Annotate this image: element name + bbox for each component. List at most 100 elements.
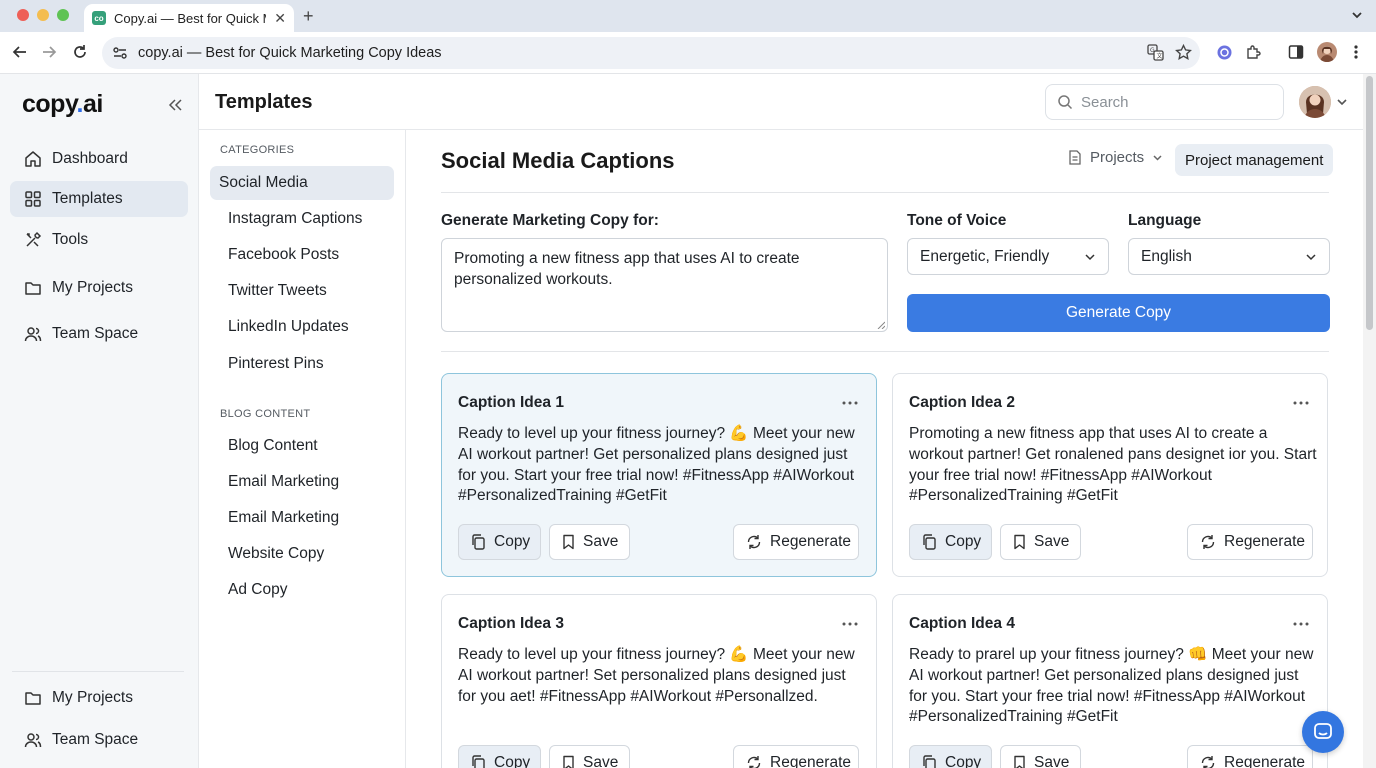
sidebar-item-label: My Projects — [52, 279, 133, 296]
regenerate-button[interactable]: Regenerate — [733, 524, 859, 560]
reload-icon[interactable] — [72, 44, 88, 60]
sidebar-item-label: Team Space — [52, 325, 139, 342]
minimize-window-button[interactable] — [37, 9, 49, 21]
sidebar-item-templates[interactable]: Templates — [10, 181, 188, 217]
save-button[interactable]: Save — [549, 524, 630, 560]
category-twitter-tweets[interactable]: Twitter Tweets — [210, 274, 394, 308]
new-tab-icon[interactable]: + — [303, 6, 314, 27]
divider — [441, 192, 1329, 193]
bookmark-icon — [1013, 755, 1026, 768]
account-chevron-down-icon[interactable] — [1336, 96, 1348, 108]
category-email-marketing-2[interactable]: Email Marketing — [210, 501, 394, 535]
address-bar[interactable]: copy.ai — Best for Quick Marketing Copy … — [102, 37, 1200, 69]
caption-text: Ready to level up your fitness journey? … — [458, 646, 855, 705]
categories-heading: CATEGORIES — [220, 144, 295, 156]
back-icon[interactable] — [12, 44, 28, 60]
refresh-icon — [746, 534, 762, 550]
grid-icon — [24, 190, 42, 208]
sidebar-item-tools[interactable]: Tools — [10, 222, 188, 258]
browser-tab[interactable]: co Copy.ai — Best for Quick M ✕ — [84, 4, 294, 32]
copy-button[interactable]: Copy — [909, 745, 992, 768]
home-icon — [24, 150, 42, 168]
save-button[interactable]: Save — [1000, 524, 1081, 560]
copy-button[interactable]: Copy — [458, 745, 541, 768]
close-tab-icon[interactable]: ✕ — [274, 10, 286, 27]
profile-avatar[interactable] — [1317, 42, 1337, 62]
chevron-down-icon — [1084, 251, 1096, 263]
sidebar-item-team-space[interactable]: Team Space — [10, 316, 188, 352]
more-options-icon[interactable] — [1293, 401, 1309, 405]
category-social-media[interactable]: Social Media — [210, 166, 394, 200]
refresh-icon — [1200, 534, 1216, 550]
scrollbar-thumb[interactable] — [1366, 76, 1373, 330]
sidebar-bottom-item-team-space[interactable]: Team Space — [10, 722, 188, 758]
generate-copy-button[interactable]: Generate Copy — [907, 294, 1330, 332]
copy-icon — [471, 534, 486, 550]
browser-toolbar: copy.ai — Best for Quick Marketing Copy … — [0, 32, 1376, 74]
category-pinterest-pins[interactable]: Pinterest Pins — [210, 347, 394, 381]
maximize-window-button[interactable] — [57, 9, 69, 21]
extension-shield-icon[interactable] — [1216, 44, 1233, 61]
copy-button[interactable]: Copy — [458, 524, 541, 560]
bookmark-icon — [562, 755, 575, 768]
caption-card: Caption Idea 3 Ready to level up your fi… — [441, 594, 877, 768]
category-ad-copy[interactable]: Ad Copy — [210, 573, 394, 607]
sidebar-item-label: Dashboard — [52, 150, 128, 167]
language-select[interactable]: English — [1128, 238, 1330, 275]
document-icon — [1068, 150, 1082, 165]
regenerate-button[interactable]: Regenerate — [733, 745, 859, 768]
language-value: English — [1141, 247, 1192, 265]
projects-dropdown[interactable]: Projects — [1068, 149, 1163, 166]
copy-label: Copy — [494, 533, 531, 550]
translate-icon[interactable]: G文 — [1147, 44, 1164, 61]
category-email-marketing[interactable]: Email Marketing — [210, 465, 394, 499]
sidebar-item-my-projects[interactable]: My Projects — [10, 270, 188, 306]
search-input[interactable] — [1081, 93, 1261, 111]
category-instagram-captions[interactable]: Instagram Captions — [210, 202, 394, 236]
close-window-button[interactable] — [17, 9, 29, 21]
regenerate-button[interactable]: Regenerate — [1187, 524, 1313, 560]
bookmark-star-icon[interactable] — [1175, 44, 1192, 61]
tone-select[interactable]: Energetic, Friendly — [907, 238, 1109, 275]
extensions-puzzle-icon[interactable] — [1245, 44, 1262, 61]
search-icon — [1057, 94, 1073, 110]
copy-icon — [471, 755, 486, 768]
save-label: Save — [583, 754, 619, 768]
category-linkedin-updates[interactable]: LinkedIn Updates — [210, 310, 394, 344]
category-facebook-posts[interactable]: Facebook Posts — [210, 238, 394, 272]
site-settings-icon[interactable] — [112, 45, 128, 61]
folder-icon — [24, 279, 42, 297]
user-avatar[interactable] — [1299, 86, 1331, 118]
resize-handle-icon[interactable] — [877, 321, 885, 329]
caption-title: Caption Idea 2 — [909, 394, 1015, 411]
browser-menu-icon[interactable] — [1352, 44, 1360, 60]
save-button[interactable]: Save — [1000, 745, 1081, 768]
chat-support-button[interactable] — [1302, 711, 1344, 753]
page-scrollbar[interactable] — [1363, 74, 1376, 768]
category-website-copy[interactable]: Website Copy — [210, 537, 394, 571]
caption-card: Caption Idea 4 Ready to prarel up your f… — [892, 594, 1328, 768]
page-header: Templates — [199, 74, 1363, 130]
tab-search-chevron-icon[interactable] — [1350, 8, 1364, 22]
forward-icon[interactable] — [41, 44, 57, 60]
collapse-sidebar-icon[interactable] — [167, 97, 183, 113]
search-box[interactable] — [1045, 84, 1284, 120]
category-blog-content[interactable]: Blog Content — [210, 429, 394, 463]
copyai-logo[interactable]: copy.ai — [22, 90, 103, 119]
more-options-icon[interactable] — [842, 401, 858, 405]
tone-value: Energetic, Friendly — [920, 247, 1050, 265]
save-button[interactable]: Save — [549, 745, 630, 768]
sidebar-item-dashboard[interactable]: Dashboard — [10, 141, 188, 177]
copy-button[interactable]: Copy — [909, 524, 992, 560]
caption-card: Caption Idea 2 Promoting a new fitness a… — [892, 373, 1328, 577]
sidebar-bottom-item-my-projects[interactable]: My Projects — [10, 680, 188, 716]
more-options-icon[interactable] — [842, 622, 858, 626]
regenerate-button[interactable]: Regenerate — [1187, 745, 1313, 768]
caption-card: Caption Idea 1 Ready to level up your fi… — [441, 373, 877, 577]
prompt-textarea[interactable]: Promoting a new fitness app that uses AI… — [441, 238, 888, 332]
chevron-down-icon — [1305, 251, 1317, 263]
more-options-icon[interactable] — [1293, 622, 1309, 626]
side-panel-icon[interactable] — [1288, 44, 1304, 60]
bookmark-icon — [1013, 534, 1026, 550]
project-management-button[interactable]: Project management — [1175, 144, 1334, 176]
